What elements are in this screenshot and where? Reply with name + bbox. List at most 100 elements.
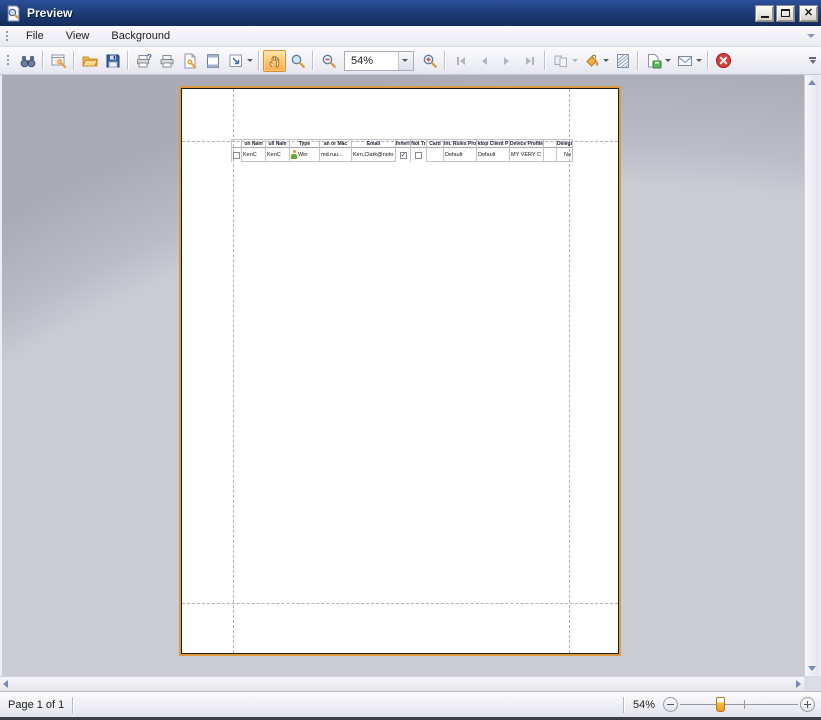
zoom-slider-thumb[interactable] bbox=[716, 697, 725, 712]
table-cell: Ken.Clark@noto bbox=[352, 148, 395, 162]
search-button[interactable] bbox=[16, 50, 39, 72]
checkbox-unchecked bbox=[415, 152, 422, 159]
scale-dropdown-icon[interactable] bbox=[247, 59, 253, 62]
scroll-left-icon[interactable] bbox=[3, 680, 8, 688]
header-footer-icon bbox=[205, 53, 221, 69]
paint-bucket-icon bbox=[584, 53, 600, 69]
close-button[interactable]: ✕ bbox=[799, 5, 818, 22]
zoom-combobox-dropdown[interactable] bbox=[398, 52, 413, 70]
quick-print-button[interactable] bbox=[155, 50, 178, 72]
window-title: Preview bbox=[27, 6, 753, 20]
table-column-card: Card bbox=[427, 139, 444, 162]
zoom-controls: 54% bbox=[623, 696, 821, 713]
column-header bbox=[544, 139, 556, 148]
column-header: Int. Rules Prof bbox=[444, 139, 476, 148]
magnifier-icon bbox=[290, 53, 306, 69]
menu-file[interactable]: File bbox=[15, 28, 55, 44]
binoculars-icon bbox=[20, 53, 36, 69]
menu-grip-handle[interactable] bbox=[5, 30, 10, 43]
customize-button[interactable] bbox=[47, 50, 70, 72]
send-email-dropdown-icon[interactable] bbox=[696, 59, 702, 62]
table-column-device-profiles: Device Profiles MY VERY C bbox=[510, 139, 544, 162]
table-column-full-name: ull Nam KenC bbox=[266, 139, 290, 162]
hand-tool-button[interactable] bbox=[263, 50, 286, 72]
customize-grid-wrench-icon bbox=[51, 53, 67, 69]
last-page-button[interactable] bbox=[518, 50, 541, 72]
checkbox-checked bbox=[400, 152, 407, 159]
status-bar: Page 1 of 1 54% bbox=[0, 691, 821, 717]
table-cell: No bbox=[557, 148, 572, 162]
column-header: ktop Client P bbox=[477, 139, 509, 148]
zoom-out-slider-button[interactable] bbox=[663, 697, 678, 712]
open-button[interactable] bbox=[78, 50, 101, 72]
save-button[interactable] bbox=[101, 50, 124, 72]
zoom-in-slider-button[interactable] bbox=[800, 697, 815, 712]
zoom-slider[interactable] bbox=[680, 696, 798, 713]
page-color-button[interactable] bbox=[580, 50, 603, 72]
page-setup-button[interactable] bbox=[178, 50, 201, 72]
menu-overflow-icon[interactable] bbox=[807, 34, 815, 38]
column-header: Type bbox=[290, 139, 319, 148]
scroll-down-icon[interactable] bbox=[808, 666, 816, 671]
preview-window: Preview ✕ File View Background bbox=[0, 0, 821, 720]
printer-icon bbox=[159, 53, 175, 69]
column-header: on Nam bbox=[242, 139, 265, 148]
next-page-button[interactable] bbox=[495, 50, 518, 72]
close-icon: ✕ bbox=[804, 8, 813, 19]
print-dialog-button[interactable]: ? bbox=[132, 50, 155, 72]
watermark-button[interactable] bbox=[611, 50, 634, 72]
minus-icon bbox=[667, 704, 674, 706]
margin-guide-bottom bbox=[182, 603, 618, 604]
printer-question-icon: ? bbox=[136, 53, 152, 69]
vertical-scrollbar[interactable] bbox=[804, 75, 819, 676]
table-column-empty bbox=[544, 139, 557, 162]
scroll-up-icon[interactable] bbox=[808, 80, 816, 85]
overflow-chevron-icon bbox=[810, 60, 816, 64]
column-header: Not Tr bbox=[411, 139, 426, 148]
send-email-button[interactable] bbox=[673, 50, 696, 72]
multiple-pages-icon bbox=[553, 53, 569, 69]
scrollbar-corner bbox=[804, 676, 821, 691]
zoom-combobox[interactable]: 54% bbox=[344, 51, 414, 71]
export-dropdown-icon[interactable] bbox=[665, 59, 671, 62]
menu-background[interactable]: Background bbox=[100, 28, 181, 44]
preview-viewport[interactable]: on Nam KenC ull Nam KenC Type Win an or … bbox=[2, 75, 804, 676]
column-header: Email bbox=[352, 139, 395, 148]
menu-view[interactable]: View bbox=[55, 28, 101, 44]
multiple-pages-dropdown-icon[interactable] bbox=[572, 59, 578, 62]
table-cell bbox=[411, 148, 426, 162]
toolbar-separator bbox=[707, 51, 709, 70]
magnifier-button[interactable] bbox=[286, 50, 309, 72]
toolbar-separator bbox=[637, 51, 639, 70]
export-document-button[interactable] bbox=[642, 50, 665, 72]
toolbar-overflow-button[interactable] bbox=[809, 57, 816, 64]
scale-button[interactable] bbox=[224, 50, 247, 72]
toolbar-separator bbox=[73, 51, 75, 70]
toolbar-separator bbox=[42, 51, 44, 70]
page-color-dropdown-icon[interactable] bbox=[603, 59, 609, 62]
zoom-slider-track[interactable] bbox=[680, 704, 798, 705]
toolbar-separator bbox=[312, 51, 314, 70]
previous-page-button[interactable] bbox=[472, 50, 495, 72]
scroll-right-icon[interactable] bbox=[796, 680, 801, 688]
report-page[interactable]: on Nam KenC ull Nam KenC Type Win an or … bbox=[181, 88, 619, 654]
header-footer-button[interactable] bbox=[201, 50, 224, 72]
toolbar-grip-handle[interactable] bbox=[6, 54, 11, 67]
zoom-in-icon bbox=[422, 53, 438, 69]
maximize-button[interactable] bbox=[776, 5, 795, 22]
open-folder-icon bbox=[82, 53, 98, 69]
checkbox-unchecked bbox=[233, 152, 240, 159]
hand-icon bbox=[267, 53, 283, 69]
multiple-pages-button[interactable] bbox=[549, 50, 572, 72]
exit-button[interactable] bbox=[712, 50, 735, 72]
horizontal-scrollbar[interactable] bbox=[0, 676, 804, 691]
zoom-slider-tick bbox=[744, 700, 745, 709]
user-icon bbox=[291, 150, 297, 159]
margin-guide-right bbox=[569, 89, 570, 653]
zoom-in-button[interactable] bbox=[418, 50, 441, 72]
exit-red-x-icon bbox=[715, 52, 732, 69]
minimize-button[interactable] bbox=[755, 5, 774, 22]
column-header: an or Mac bbox=[320, 139, 351, 148]
first-page-button[interactable] bbox=[449, 50, 472, 72]
zoom-out-button[interactable] bbox=[317, 50, 340, 72]
